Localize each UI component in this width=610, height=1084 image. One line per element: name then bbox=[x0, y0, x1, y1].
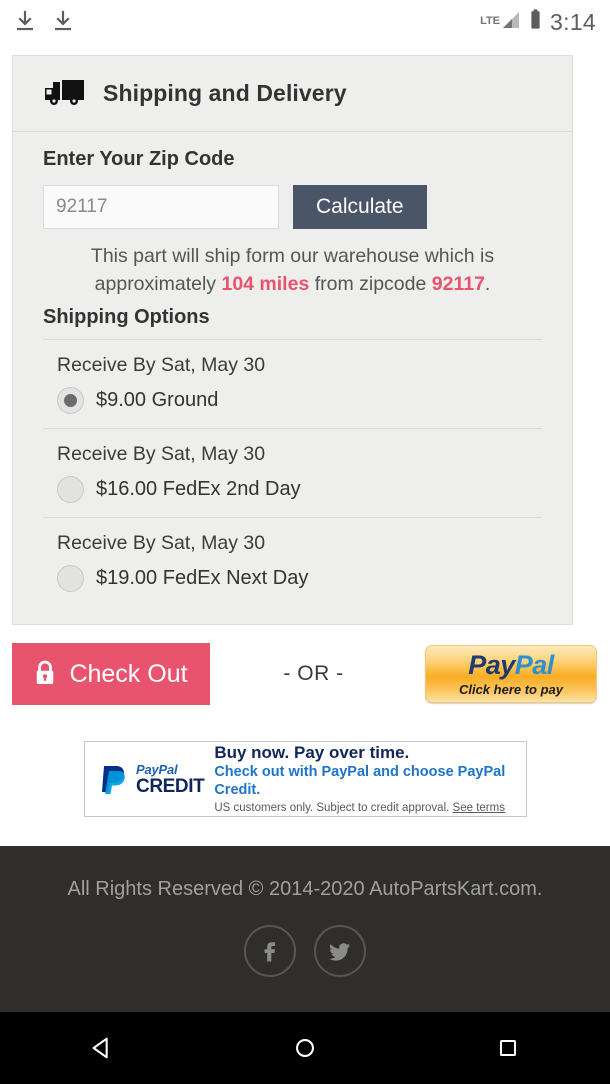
calculate-button[interactable]: Calculate bbox=[293, 185, 427, 229]
shipping-options-label: Shipping Options bbox=[43, 306, 210, 329]
clock: 3:14 bbox=[550, 8, 596, 35]
network-label: LTE bbox=[480, 14, 501, 27]
facebook-icon bbox=[264, 942, 275, 962]
shipping-option-radio[interactable] bbox=[57, 387, 84, 415]
shipping-option-radio[interactable] bbox=[57, 565, 84, 593]
zip-section-label: Enter Your Zip Code bbox=[43, 148, 235, 170]
shipping-option[interactable]: Receive By Sat, May 30 $19.00 FedEx Next… bbox=[43, 517, 542, 606]
twitter-icon bbox=[329, 943, 350, 961]
shipping-option[interactable]: Receive By Sat, May 30 $9.00 Ground bbox=[43, 339, 542, 428]
shipping-distance: 104 miles bbox=[221, 272, 310, 295]
download-icon bbox=[52, 10, 74, 34]
shipping-option-price: $9.00 Ground bbox=[96, 389, 219, 412]
paypal-credit-credit-text: CREDIT bbox=[136, 775, 205, 797]
paypal-logo-pal: Pal bbox=[514, 649, 555, 680]
recents-button[interactable] bbox=[478, 1024, 538, 1072]
paypal-pay-button[interactable]: PayPal Click here to pay bbox=[425, 645, 597, 703]
copyright-text: All Rights Reserved © 2014-2020 AutoPart… bbox=[67, 878, 543, 900]
shipping-option-row[interactable]: $16.00 FedEx 2nd Day bbox=[57, 476, 542, 504]
app-screen: LTE 3:14 Shipping and Delivery Enter You… bbox=[0, 0, 610, 1084]
home-button[interactable] bbox=[275, 1024, 335, 1072]
home-circle-icon bbox=[296, 1039, 314, 1057]
paypal-credit-logo: PayPal CREDIT bbox=[97, 761, 205, 797]
card-body: Enter Your Zip Code Calculate This part … bbox=[13, 132, 572, 329]
download-icon bbox=[14, 10, 36, 34]
paypal-credit-fine-print: US customers only. Subject to credit app… bbox=[214, 801, 516, 815]
android-nav-bar bbox=[0, 1012, 610, 1084]
shipping-option-eta: Receive By Sat, May 30 bbox=[57, 443, 266, 466]
zip-code-input[interactable] bbox=[43, 185, 279, 229]
paypal-credit-paypal-text: PayPal bbox=[136, 761, 178, 777]
card-bottom-padding bbox=[13, 606, 572, 624]
paypal-button-subtitle: Click here to pay bbox=[458, 681, 564, 697]
paypal-credit-copy: Buy now. Pay over time. Check out with P… bbox=[214, 743, 516, 814]
shipping-card: Shipping and Delivery Enter Your Zip Cod… bbox=[12, 55, 573, 626]
or-separator-label: - OR - bbox=[283, 662, 344, 685]
shipping-option-row[interactable]: $19.00 FedEx Next Day bbox=[57, 565, 542, 593]
checkout-row: Check Out - OR - PayPal Click here to pa… bbox=[0, 643, 610, 705]
shipping-note: This part will ship form our warehouse w… bbox=[43, 243, 542, 298]
paypal-credit-headline: Buy now. Pay over time. bbox=[214, 743, 410, 763]
social-links bbox=[244, 925, 366, 977]
battery-full-icon bbox=[530, 9, 541, 35]
paypal-logo-pay: Pay bbox=[468, 649, 515, 680]
shipping-option-row[interactable]: $9.00 Ground bbox=[57, 387, 542, 415]
shipping-option-radio[interactable] bbox=[57, 476, 84, 504]
lock-icon bbox=[34, 660, 56, 689]
signal-bars-icon bbox=[501, 11, 521, 34]
paypal-credit-subline: Check out with PayPal and choose PayPal … bbox=[214, 764, 506, 798]
shipping-option[interactable]: Receive By Sat, May 30 $16.00 FedEx 2nd … bbox=[43, 428, 542, 517]
status-bar: LTE 3:14 bbox=[0, 0, 610, 44]
shipping-note-part2: from zipcode bbox=[309, 272, 432, 295]
paypal-credit-wordmark: PayPal CREDIT bbox=[136, 761, 205, 797]
shipping-note-part3: . bbox=[484, 272, 491, 295]
card-header: Shipping and Delivery bbox=[13, 56, 572, 132]
shipping-option-eta: Receive By Sat, May 30 bbox=[57, 532, 266, 555]
shipping-option-price: $16.00 FedEx 2nd Day bbox=[96, 478, 301, 501]
shipping-option-price: $19.00 FedEx Next Day bbox=[96, 567, 309, 590]
delivery-truck-icon bbox=[43, 76, 87, 111]
shipping-option-eta: Receive By Sat, May 30 bbox=[57, 354, 266, 377]
status-bar-right: LTE 3:14 bbox=[480, 9, 596, 36]
recents-square-icon bbox=[500, 1039, 517, 1057]
check-out-button[interactable]: Check Out bbox=[12, 643, 210, 705]
back-triangle-icon bbox=[92, 1037, 108, 1059]
paypal-credit-banner[interactable]: PayPal CREDIT Buy now. Pay over time. Ch… bbox=[84, 741, 527, 817]
twitter-link[interactable] bbox=[314, 925, 366, 977]
back-button[interactable] bbox=[72, 1024, 132, 1072]
network-status: LTE bbox=[480, 11, 521, 34]
see-terms-link[interactable]: See terms bbox=[453, 802, 505, 814]
shipping-zipcode: 92117 bbox=[431, 272, 485, 295]
paypal-p-icon bbox=[97, 762, 131, 796]
facebook-link[interactable] bbox=[244, 925, 296, 977]
site-footer: All Rights Reserved © 2014-2020 AutoPart… bbox=[0, 846, 610, 1012]
check-out-label: Check Out bbox=[69, 659, 188, 688]
zip-form-row: Calculate bbox=[43, 185, 542, 229]
status-bar-left bbox=[14, 10, 74, 34]
paypal-credit-fine-text: US customers only. Subject to credit app… bbox=[214, 801, 453, 814]
page-title: Shipping and Delivery bbox=[103, 80, 347, 106]
shipping-options-list: Receive By Sat, May 30 $9.00 Ground Rece… bbox=[13, 339, 572, 606]
paypal-logo: PayPal bbox=[468, 649, 555, 680]
